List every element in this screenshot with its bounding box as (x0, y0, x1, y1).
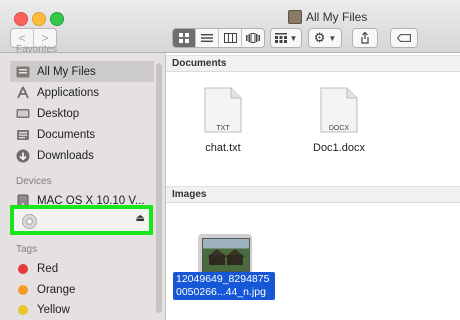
sidebar-item-label: Orange (37, 283, 76, 296)
column-view-icon (223, 33, 237, 43)
file-name-chat-txt[interactable]: chat.txt (183, 142, 263, 154)
file-name-doc1-docx[interactable]: Doc1.docx (299, 142, 379, 154)
sidebar-item-all-my-files[interactable]: All My Files (10, 61, 154, 82)
red-tag-icon (18, 263, 28, 274)
orange-tag-icon (18, 284, 28, 295)
eject-icon[interactable]: ⏏ (136, 213, 145, 224)
sidebar-item-label: Yellow (37, 303, 70, 316)
image-thumbnail[interactable] (198, 234, 252, 274)
close-window-button[interactable] (14, 12, 28, 26)
all-files-icon (16, 65, 30, 79)
disc-icon (22, 214, 37, 229)
arrange-grid-icon (274, 33, 287, 43)
list-view-icon (201, 34, 213, 42)
sidebar-item-applications[interactable]: Applications (10, 82, 154, 103)
sidebar-item-label: Desktop (37, 107, 80, 120)
finder-window: All My Files < > ▼ ⚙ ▼ Favorites All My … (0, 0, 460, 320)
file-name-line-2: 0050266...44_n.jpg (176, 286, 266, 298)
tags-header: Tags (16, 244, 38, 255)
window-title: All My Files (288, 10, 367, 24)
desktop-icon (16, 107, 30, 121)
view-mode-group (172, 28, 265, 48)
favorites-header: Favorites (16, 44, 58, 55)
cover-flow-view-button[interactable] (241, 29, 264, 47)
sidebar-item-tag-orange[interactable]: Orange (10, 279, 154, 300)
column-view-button[interactable] (218, 29, 241, 47)
sidebar-item-tag-red[interactable]: Red (10, 258, 154, 279)
icon-view-button[interactable] (173, 29, 195, 47)
minimize-window-button[interactable] (32, 12, 46, 26)
sidebar-item-desktop[interactable]: Desktop (10, 103, 154, 124)
gear-icon: ⚙ (313, 30, 326, 45)
share-button[interactable] (352, 28, 378, 48)
sidebar-item-downloads[interactable]: Downloads (10, 145, 154, 166)
sidebar-item-label: Documents (37, 128, 96, 141)
chevron-left-icon: < (18, 31, 26, 45)
sidebar-scrollbar[interactable] (156, 63, 162, 313)
devices-header: Devices (16, 176, 52, 187)
chevron-right-icon: > (41, 31, 49, 45)
applications-icon (16, 86, 30, 100)
icon-view-icon (179, 33, 189, 43)
title-bar: All My Files < > ▼ ⚙ ▼ (0, 0, 460, 53)
sidebar-item-disc[interactable]: ⏏ (10, 205, 153, 235)
sidebar-item-label: Applications (37, 86, 100, 99)
action-button[interactable]: ⚙ ▼ (308, 28, 342, 48)
sidebar-item-label: Red (37, 262, 59, 275)
sidebar-item-tag-yellow[interactable]: Yellow (10, 299, 154, 320)
jpg-preview-image (202, 238, 250, 272)
selected-file-name[interactable]: 12049649_8294875 0050266...44_n.jpg (173, 272, 275, 300)
tags-button[interactable] (390, 28, 418, 48)
downloads-icon (16, 149, 30, 163)
window-title-text: All My Files (306, 10, 368, 24)
chevron-down-icon: ▼ (328, 33, 337, 43)
sidebar-item-label: Downloads (37, 149, 94, 162)
chevron-down-icon: ▼ (289, 33, 298, 43)
documents-section-header: Documents (166, 55, 460, 72)
txt-file-badge: TXT (216, 125, 230, 132)
share-icon (361, 32, 369, 44)
documents-icon (16, 128, 30, 142)
cover-flow-icon (246, 33, 260, 43)
zoom-window-button[interactable] (50, 12, 64, 26)
tag-icon (397, 34, 411, 42)
sidebar-item-documents[interactable]: Documents (10, 124, 154, 145)
arrange-button[interactable]: ▼ (270, 28, 302, 48)
all-files-icon (288, 10, 302, 24)
file-name-line-1: 12049649_8294875 (176, 273, 270, 285)
sidebar-item-label: All My Files (37, 65, 96, 78)
list-view-button[interactable] (195, 29, 218, 47)
docx-file-badge: DOCX (328, 125, 350, 132)
images-section-header: Images (166, 186, 460, 203)
yellow-tag-icon (18, 304, 28, 315)
